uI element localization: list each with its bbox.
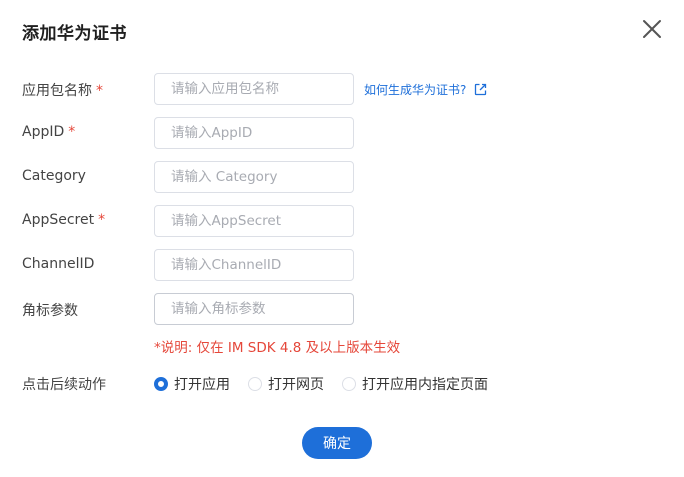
- category-input[interactable]: [154, 161, 354, 193]
- help-link-generate-cert[interactable]: 如何生成华为证书?: [364, 81, 487, 98]
- radio-label: 打开应用: [174, 377, 230, 393]
- version-note: *说明: 仅在 IM SDK 4.8 及以上版本生效: [154, 340, 401, 356]
- radio-checked-icon: [154, 377, 168, 391]
- required-mark: *: [96, 83, 103, 99]
- confirm-button[interactable]: 确定: [302, 427, 372, 459]
- badge-param-input[interactable]: [154, 293, 354, 325]
- form-row-appid: AppID *: [0, 117, 684, 149]
- form-row-channelid: ChannelID: [0, 249, 684, 281]
- appid-label: AppID *: [22, 124, 76, 140]
- badge-param-label: 角标参数: [22, 303, 78, 319]
- required-mark: *: [98, 212, 106, 228]
- radio-open-webpage[interactable]: 打开网页: [248, 374, 324, 394]
- close-button[interactable]: [640, 17, 664, 41]
- radio-open-app-page[interactable]: 打开应用内指定页面: [342, 374, 488, 394]
- help-link-text: 如何生成华为证书?: [364, 83, 467, 97]
- appsecret-label: AppSecret *: [22, 212, 106, 228]
- form-row-package-name: 应用包名称* 如何生成华为证书?: [0, 73, 684, 105]
- appsecret-input[interactable]: [154, 205, 354, 237]
- close-icon: [640, 17, 664, 41]
- click-action-label: 点击后续动作: [22, 377, 106, 393]
- channelid-input[interactable]: [154, 249, 354, 281]
- required-mark: *: [68, 124, 76, 140]
- package-name-label: 应用包名称 *: [22, 83, 103, 99]
- radio-label: 打开网页: [268, 377, 324, 393]
- radio-unchecked-icon: [248, 377, 262, 391]
- add-huawei-cert-dialog: 添加华为证书 应用包名称* 如何生成华为证书? AppID*: [0, 0, 684, 477]
- radio-unchecked-icon: [342, 377, 356, 391]
- form-row-category: Category: [0, 161, 684, 193]
- appid-input[interactable]: [154, 117, 354, 149]
- radio-open-app[interactable]: 打开应用: [154, 374, 230, 394]
- dialog-title: 添加华为证书: [22, 24, 127, 44]
- external-link-icon: [474, 83, 487, 96]
- form-row-appsecret: AppSecret *: [0, 205, 684, 237]
- radio-label: 打开应用内指定页面: [362, 377, 488, 393]
- channelid-label: ChannelID: [22, 256, 95, 272]
- category-label: Category: [22, 168, 86, 184]
- form-row-badge-param: 角标参数: [0, 293, 684, 325]
- package-name-input[interactable]: [154, 73, 354, 105]
